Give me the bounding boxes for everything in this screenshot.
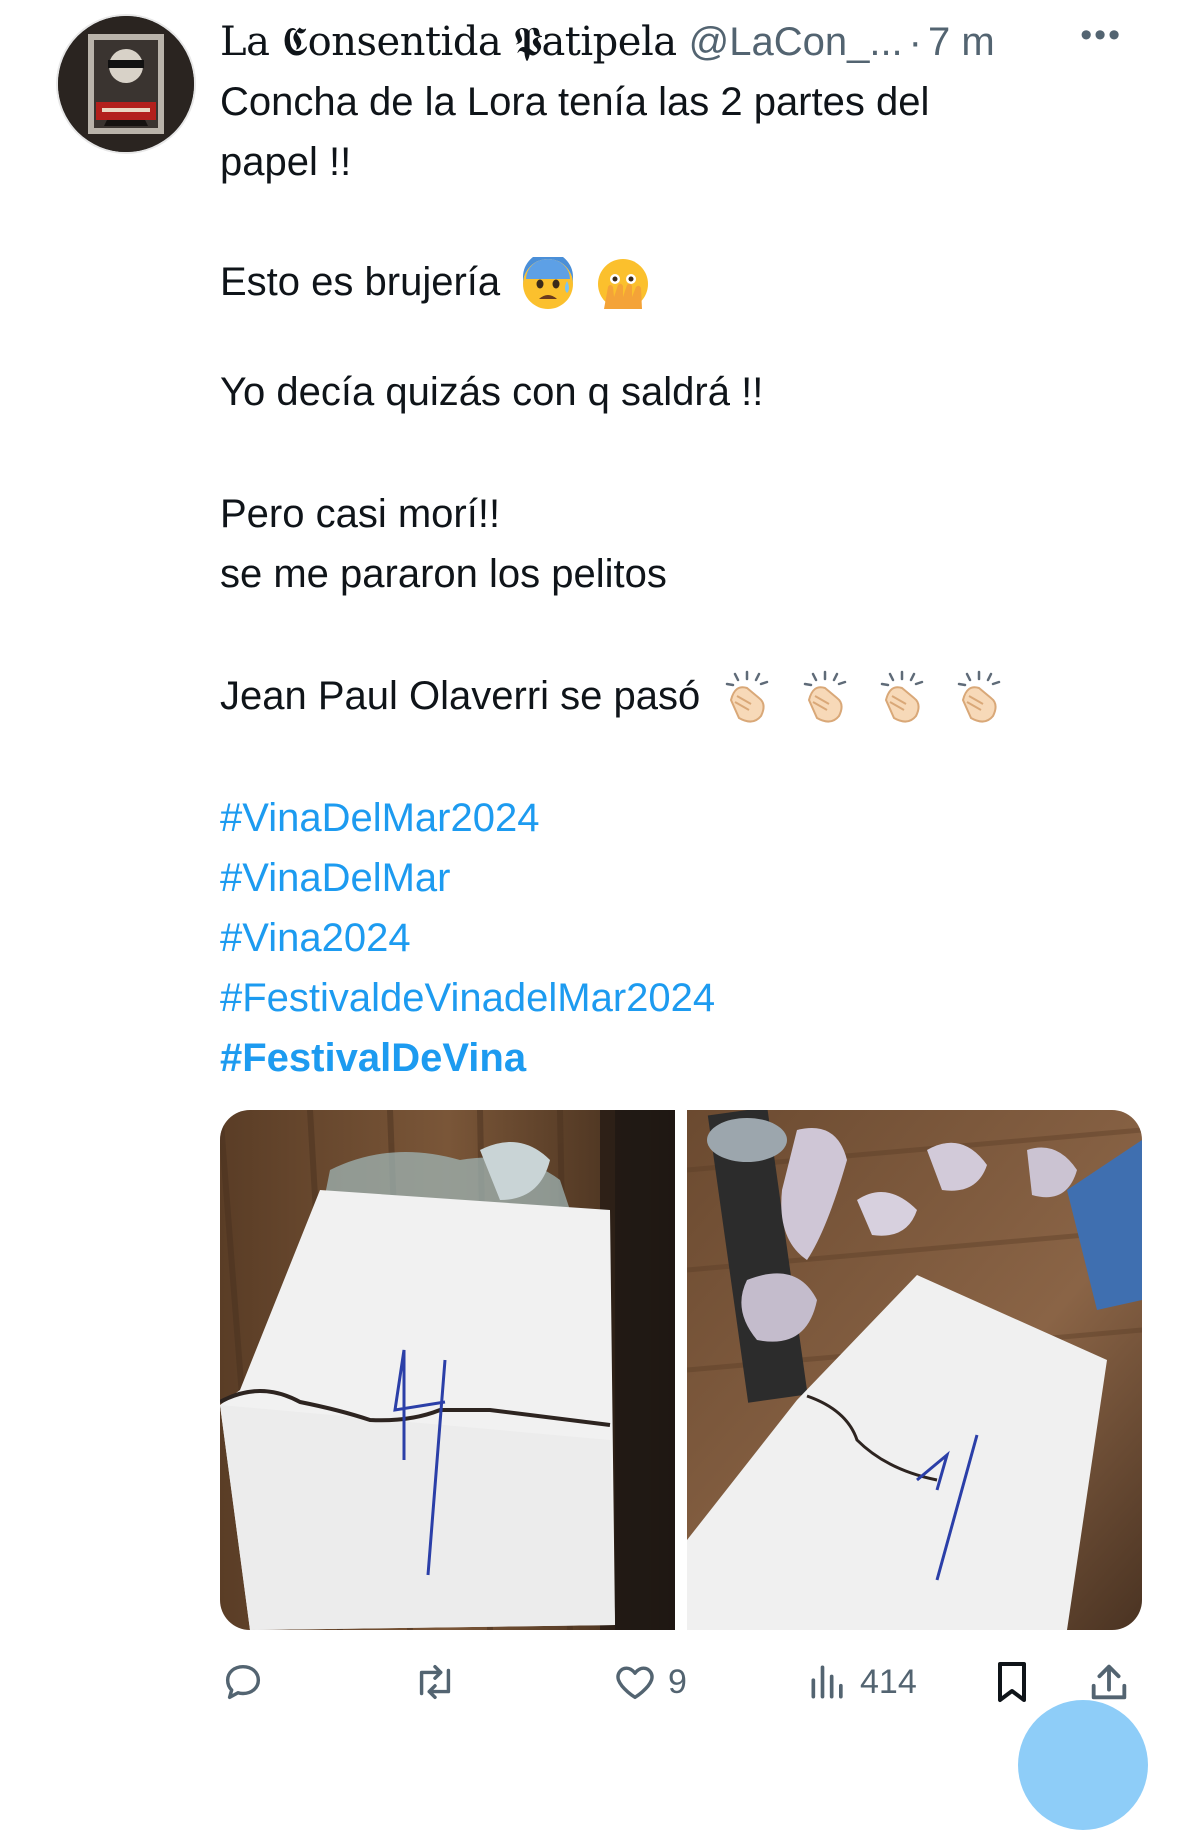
like-count: 9 bbox=[668, 1662, 687, 1701]
tweet-text-line-with-emoji: Esto es brujería bbox=[220, 252, 650, 312]
compose-button[interactable] bbox=[1018, 1700, 1148, 1830]
more-options-icon[interactable]: ••• bbox=[1080, 16, 1122, 55]
reply-button[interactable] bbox=[220, 1652, 276, 1712]
tweet-text-line: Pero casi morí!! bbox=[220, 492, 501, 536]
bookmark-icon bbox=[990, 1658, 1034, 1706]
views-count: 414 bbox=[860, 1662, 917, 1701]
tweet-text-line: Yo decía quizás con q saldrá !! bbox=[220, 370, 764, 414]
hashtag-link[interactable]: #VinaDelMar2024 bbox=[220, 788, 539, 848]
clapping-hands-emoji-icon bbox=[721, 670, 777, 726]
hashtag-link[interactable]: #FestivalDeVina bbox=[220, 1028, 526, 1088]
author-name[interactable]: La 𝕮onsentida 𝕻atipela bbox=[220, 19, 677, 65]
like-button[interactable]: 9 bbox=[612, 1652, 687, 1712]
clapping-hands-emoji-icon bbox=[876, 670, 932, 726]
media-grid bbox=[220, 1110, 1142, 1630]
tweet-text: Jean Paul Olaverri se pasó bbox=[220, 674, 701, 718]
tweet-text-line: Concha de la Lora tenía las 2 partes del bbox=[220, 80, 930, 124]
header-separator: · bbox=[908, 19, 922, 64]
avatar[interactable] bbox=[58, 16, 194, 152]
tweet-actions: 9 414 bbox=[220, 1652, 1160, 1712]
hashtag-link[interactable]: #FestivaldeVinadelMar2024 bbox=[220, 968, 715, 1028]
tweet-text-line: se me pararon los pelitos bbox=[220, 552, 667, 596]
tweet-text-line: papel !! bbox=[220, 140, 352, 184]
bookmark-button[interactable] bbox=[990, 1652, 1034, 1712]
tweet-text: Esto es brujería bbox=[220, 260, 501, 304]
timestamp[interactable]: 7 m bbox=[928, 20, 995, 65]
author-handle[interactable]: @LaCon_... bbox=[689, 20, 903, 65]
views-icon bbox=[806, 1660, 850, 1704]
tweet-photo[interactable] bbox=[220, 1110, 675, 1630]
hashtag-link[interactable]: #Vina2024 bbox=[220, 908, 411, 968]
tweet-photo[interactable] bbox=[687, 1110, 1142, 1630]
views-button[interactable]: 414 bbox=[806, 1652, 917, 1712]
reply-icon bbox=[220, 1659, 266, 1705]
clapping-hands-emoji-icon bbox=[799, 670, 855, 726]
tweet-text-line-with-emoji: Jean Paul Olaverri se pasó bbox=[220, 666, 1009, 726]
face-hand-over-mouth-emoji-icon bbox=[596, 257, 650, 311]
clapping-hands-emoji-icon bbox=[953, 670, 1009, 726]
heart-icon bbox=[612, 1659, 658, 1705]
repost-icon bbox=[410, 1659, 460, 1705]
tweet: La 𝕮onsentida 𝕻atipela @LaCon_... · 7 m … bbox=[0, 0, 1200, 1830]
tweet-header: La 𝕮onsentida 𝕻atipela @LaCon_... · 7 m … bbox=[220, 14, 1160, 70]
anxious-face-emoji-icon bbox=[521, 257, 575, 311]
share-icon bbox=[1086, 1659, 1132, 1705]
repost-button[interactable] bbox=[410, 1652, 470, 1712]
hashtag-link[interactable]: #VinaDelMar bbox=[220, 848, 451, 908]
